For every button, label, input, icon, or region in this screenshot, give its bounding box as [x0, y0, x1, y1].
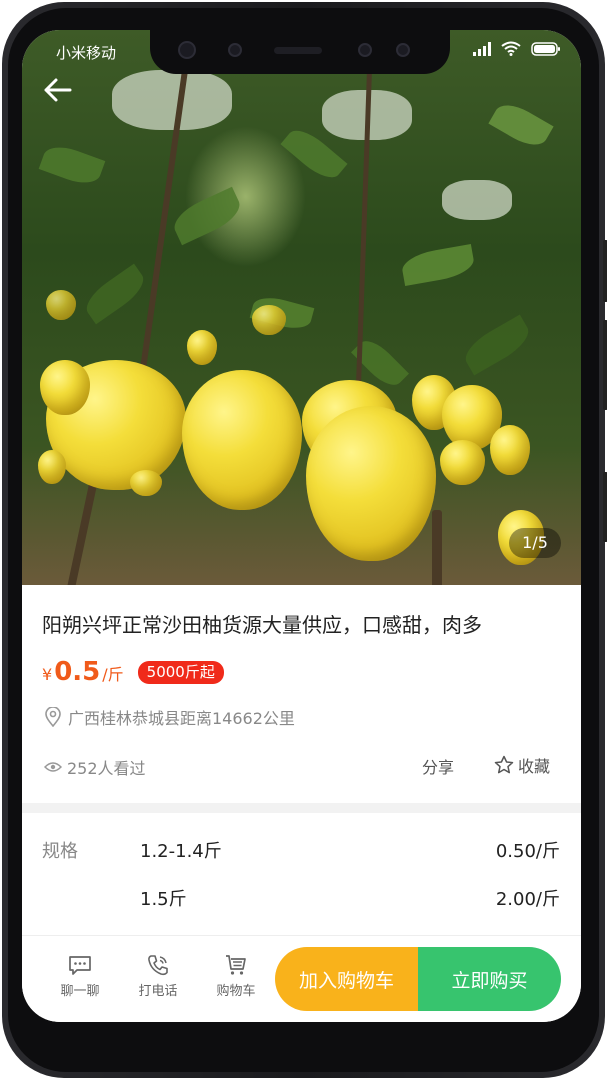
volume-button: [603, 240, 607, 302]
pomelo-fruit: [182, 370, 302, 510]
sky-patch: [442, 180, 512, 220]
eye-icon: [44, 762, 62, 772]
leaf: [38, 140, 106, 190]
leaf: [399, 243, 477, 287]
pomelo-fruit: [440, 440, 485, 485]
product-info: 阳朔兴坪正常沙田柚货源大量供应，口感甜，肉多 ¥ 0.5 /斤 5000斤起 广…: [22, 585, 581, 803]
sensor: [228, 43, 242, 57]
trunk: [432, 510, 442, 585]
location-pin-icon: [45, 707, 61, 727]
share-button[interactable]: 分享: [422, 754, 454, 778]
favorite-button[interactable]: 收藏: [494, 753, 550, 777]
product-title: 阳朔兴坪正常沙田柚货源大量供应，口感甜，肉多: [42, 613, 482, 637]
leaf: [459, 314, 535, 376]
chat-label: 聊一聊: [60, 984, 100, 999]
price-row: ¥ 0.5 /斤 5000斤起: [42, 657, 224, 687]
min-order-badge: 5000斤起: [137, 660, 224, 684]
add-to-cart-button[interactable]: 加入购物车: [275, 947, 418, 1011]
product-image-gallery[interactable]: [22, 30, 581, 585]
spec-label: 规格: [42, 841, 78, 862]
specs-section: 规格 1.2-1.4斤 0.50/斤 1.5斤 2.00/斤: [22, 813, 581, 935]
call-button[interactable]: 打电话: [128, 954, 188, 999]
leaf: [488, 97, 554, 153]
price-unit: /斤: [102, 665, 124, 684]
front-camera: [178, 41, 196, 59]
carrier-name: 小米移动: [56, 44, 117, 62]
favorite-label: 收藏: [518, 757, 551, 776]
back-button[interactable]: [42, 76, 74, 104]
location-row: 广西桂林恭城县距离14662公里: [44, 705, 295, 729]
pomelo-fruit: [38, 450, 66, 484]
spec-price: 0.50/斤: [495, 841, 560, 862]
battery-icon: [531, 41, 561, 60]
views-count: 252人看过: [67, 759, 146, 778]
spec-value: 1.2-1.4斤: [140, 841, 222, 862]
chat-button[interactable]: 聊一聊: [50, 954, 110, 999]
pomelo-fruit: [252, 305, 286, 335]
pomelo-fruit: [490, 425, 530, 475]
cart-button[interactable]: 购物车: [206, 954, 266, 999]
buy-now-button[interactable]: 立即购买: [418, 947, 561, 1011]
pomelo-fruit: [306, 406, 436, 561]
price-value: 0.5: [54, 657, 101, 687]
call-label: 打电话: [138, 984, 178, 999]
screen: 小米移动 1/5 阳朔兴坪正常沙田柚货源大量供应，口感甜，肉多 ¥ 0.5 /斤…: [22, 30, 581, 1022]
pomelo-fruit: [130, 470, 162, 496]
currency-symbol: ¥: [42, 665, 53, 684]
signal-icon: [473, 41, 491, 60]
sky-patch: [112, 70, 232, 130]
pomelo-fruit: [46, 290, 76, 320]
views-row: 252人看过: [44, 755, 146, 779]
spec-value: 1.5斤: [140, 889, 187, 910]
leaf: [79, 263, 151, 325]
star-icon: [494, 755, 514, 774]
earpiece-speaker: [274, 47, 322, 54]
cart-label: 购物车: [216, 984, 256, 999]
power-button: [603, 472, 607, 542]
chat-icon: [69, 956, 91, 975]
bottom-action-bar: 聊一聊 打电话 购物车 加入购物车 立即购买: [22, 935, 581, 1022]
phone-icon: [148, 955, 168, 976]
sensor: [396, 43, 410, 57]
volume-button: [603, 320, 607, 410]
sensor: [358, 43, 372, 57]
spec-price: 2.00/斤: [495, 889, 560, 910]
location-text: 广西桂林恭城县距离14662公里: [68, 709, 295, 728]
wifi-icon: [501, 41, 521, 60]
pomelo-fruit: [187, 330, 217, 365]
status-icons: [473, 41, 561, 60]
leaf: [168, 186, 246, 246]
camera-notch: [150, 30, 450, 74]
cart-icon: [226, 955, 246, 975]
section-divider: [22, 803, 581, 813]
image-counter: 1/5: [509, 528, 561, 558]
back-arrow-icon: [44, 78, 72, 102]
